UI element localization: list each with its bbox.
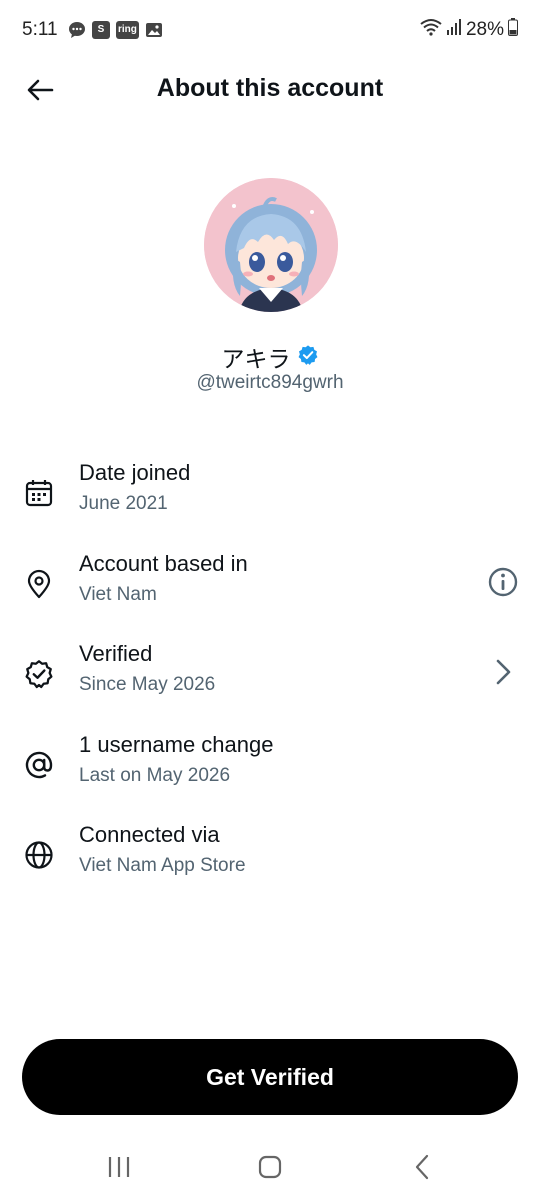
back-icon bbox=[415, 1154, 429, 1180]
info-row-connected-via: Connected via Viet Nam App Store bbox=[0, 822, 540, 892]
chevron-right-icon bbox=[496, 659, 511, 685]
chat-bubble-icon bbox=[68, 21, 86, 39]
info-button[interactable] bbox=[486, 565, 520, 599]
info-subtitle: Viet Nam App Store bbox=[79, 855, 246, 876]
battery-percent: 28% bbox=[465, 19, 504, 40]
display-name-row: アキラ bbox=[0, 340, 540, 374]
system-icons: 28% bbox=[420, 18, 518, 42]
info-title: Account based in bbox=[79, 551, 248, 576]
info-subtitle: June 2021 bbox=[79, 493, 168, 514]
info-subtitle: Viet Nam bbox=[79, 584, 157, 605]
recent-apps-icon bbox=[108, 1157, 130, 1177]
top-app-bar: About this account bbox=[0, 60, 540, 118]
info-subtitle: Last on May 2026 bbox=[79, 765, 231, 786]
info-title: 1 username change bbox=[79, 732, 274, 757]
verified-details-button[interactable] bbox=[486, 655, 520, 689]
info-row-date-joined: Date joined June 2021 bbox=[0, 460, 540, 530]
verified-badge-icon bbox=[297, 344, 319, 371]
status-bar: 5:11 S ring 28% bbox=[0, 0, 540, 60]
display-name: アキラ bbox=[221, 346, 291, 372]
page-title: About this account bbox=[156, 74, 384, 102]
info-row-account-based-in: Account based in Viet Nam bbox=[0, 551, 540, 621]
username-handle: @tweirtc894gwrh bbox=[196, 372, 344, 393]
battery-icon bbox=[508, 18, 518, 42]
info-icon bbox=[488, 567, 518, 597]
info-title: Date joined bbox=[79, 460, 191, 485]
ring-app-icon: ring bbox=[116, 21, 139, 39]
avatar-illustration bbox=[204, 178, 338, 312]
notification-icons: S ring bbox=[68, 21, 163, 39]
location-pin-icon bbox=[24, 569, 54, 599]
info-title: Connected via bbox=[79, 822, 220, 847]
info-subtitle: Since May 2026 bbox=[79, 674, 216, 695]
system-navigation-bar bbox=[0, 1140, 540, 1199]
system-back-button[interactable] bbox=[402, 1152, 442, 1182]
info-title: Verified bbox=[79, 641, 153, 666]
s-app-icon: S bbox=[92, 21, 110, 39]
verified-badge-outline-icon bbox=[24, 659, 54, 689]
info-row-verified[interactable]: Verified Since May 2026 bbox=[0, 641, 540, 711]
status-time: 5:11 bbox=[22, 19, 58, 40]
recent-apps-button[interactable] bbox=[99, 1152, 139, 1182]
at-sign-icon bbox=[24, 750, 54, 780]
info-row-username-changes: 1 username change Last on May 2026 bbox=[0, 732, 540, 802]
gallery-icon bbox=[145, 21, 163, 39]
home-icon bbox=[258, 1155, 282, 1179]
calendar-icon bbox=[24, 478, 54, 508]
globe-icon bbox=[24, 840, 54, 870]
get-verified-button[interactable]: Get Verified bbox=[22, 1039, 518, 1115]
home-button[interactable] bbox=[250, 1152, 290, 1182]
signal-icon bbox=[446, 18, 462, 42]
avatar[interactable] bbox=[204, 178, 338, 312]
wifi-icon bbox=[420, 18, 442, 42]
